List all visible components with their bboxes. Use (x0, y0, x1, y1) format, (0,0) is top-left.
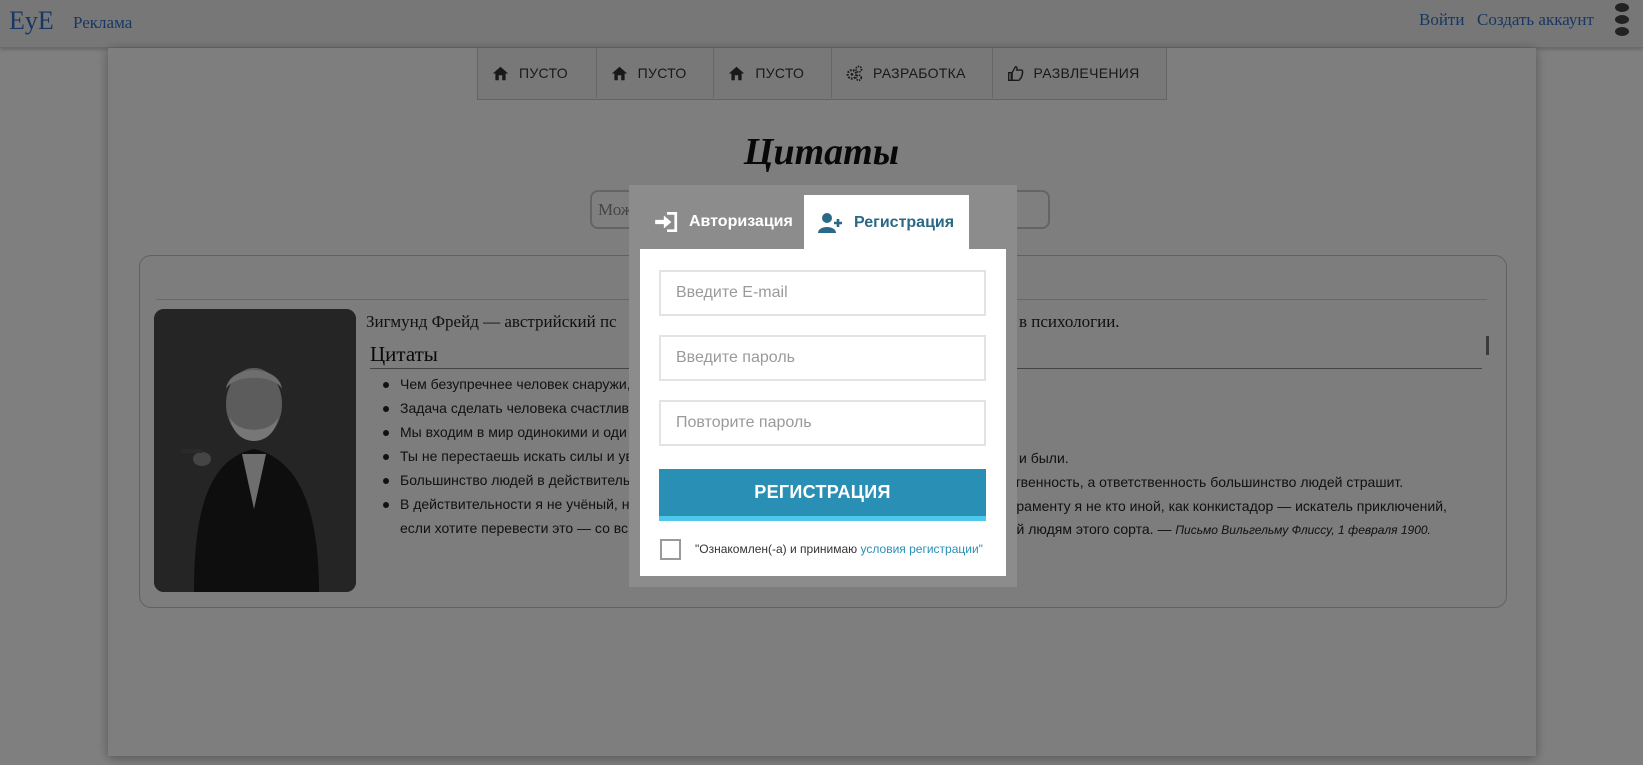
tab-login[interactable]: Авторизация (653, 195, 803, 249)
tab-register-label: Регистрация (854, 213, 955, 231)
email-field[interactable] (659, 270, 986, 316)
password-field[interactable] (659, 335, 986, 381)
tab-register[interactable]: Регистрация (804, 195, 969, 250)
user-plus-icon (818, 212, 842, 233)
register-button[interactable]: РЕГИСТРАЦИЯ (659, 469, 986, 521)
terms-link[interactable]: условия регистрации" (861, 542, 983, 556)
agree-label: "Ознакомлен(-а) и принимаю (695, 542, 861, 556)
agree-checkbox[interactable] (660, 539, 681, 560)
sign-in-icon (655, 211, 678, 233)
agree-text: "Ознакомлен(-а) и принимаю условия регис… (695, 542, 983, 556)
tab-login-label: Авторизация (689, 213, 793, 230)
repeat-password-field[interactable] (659, 400, 986, 446)
